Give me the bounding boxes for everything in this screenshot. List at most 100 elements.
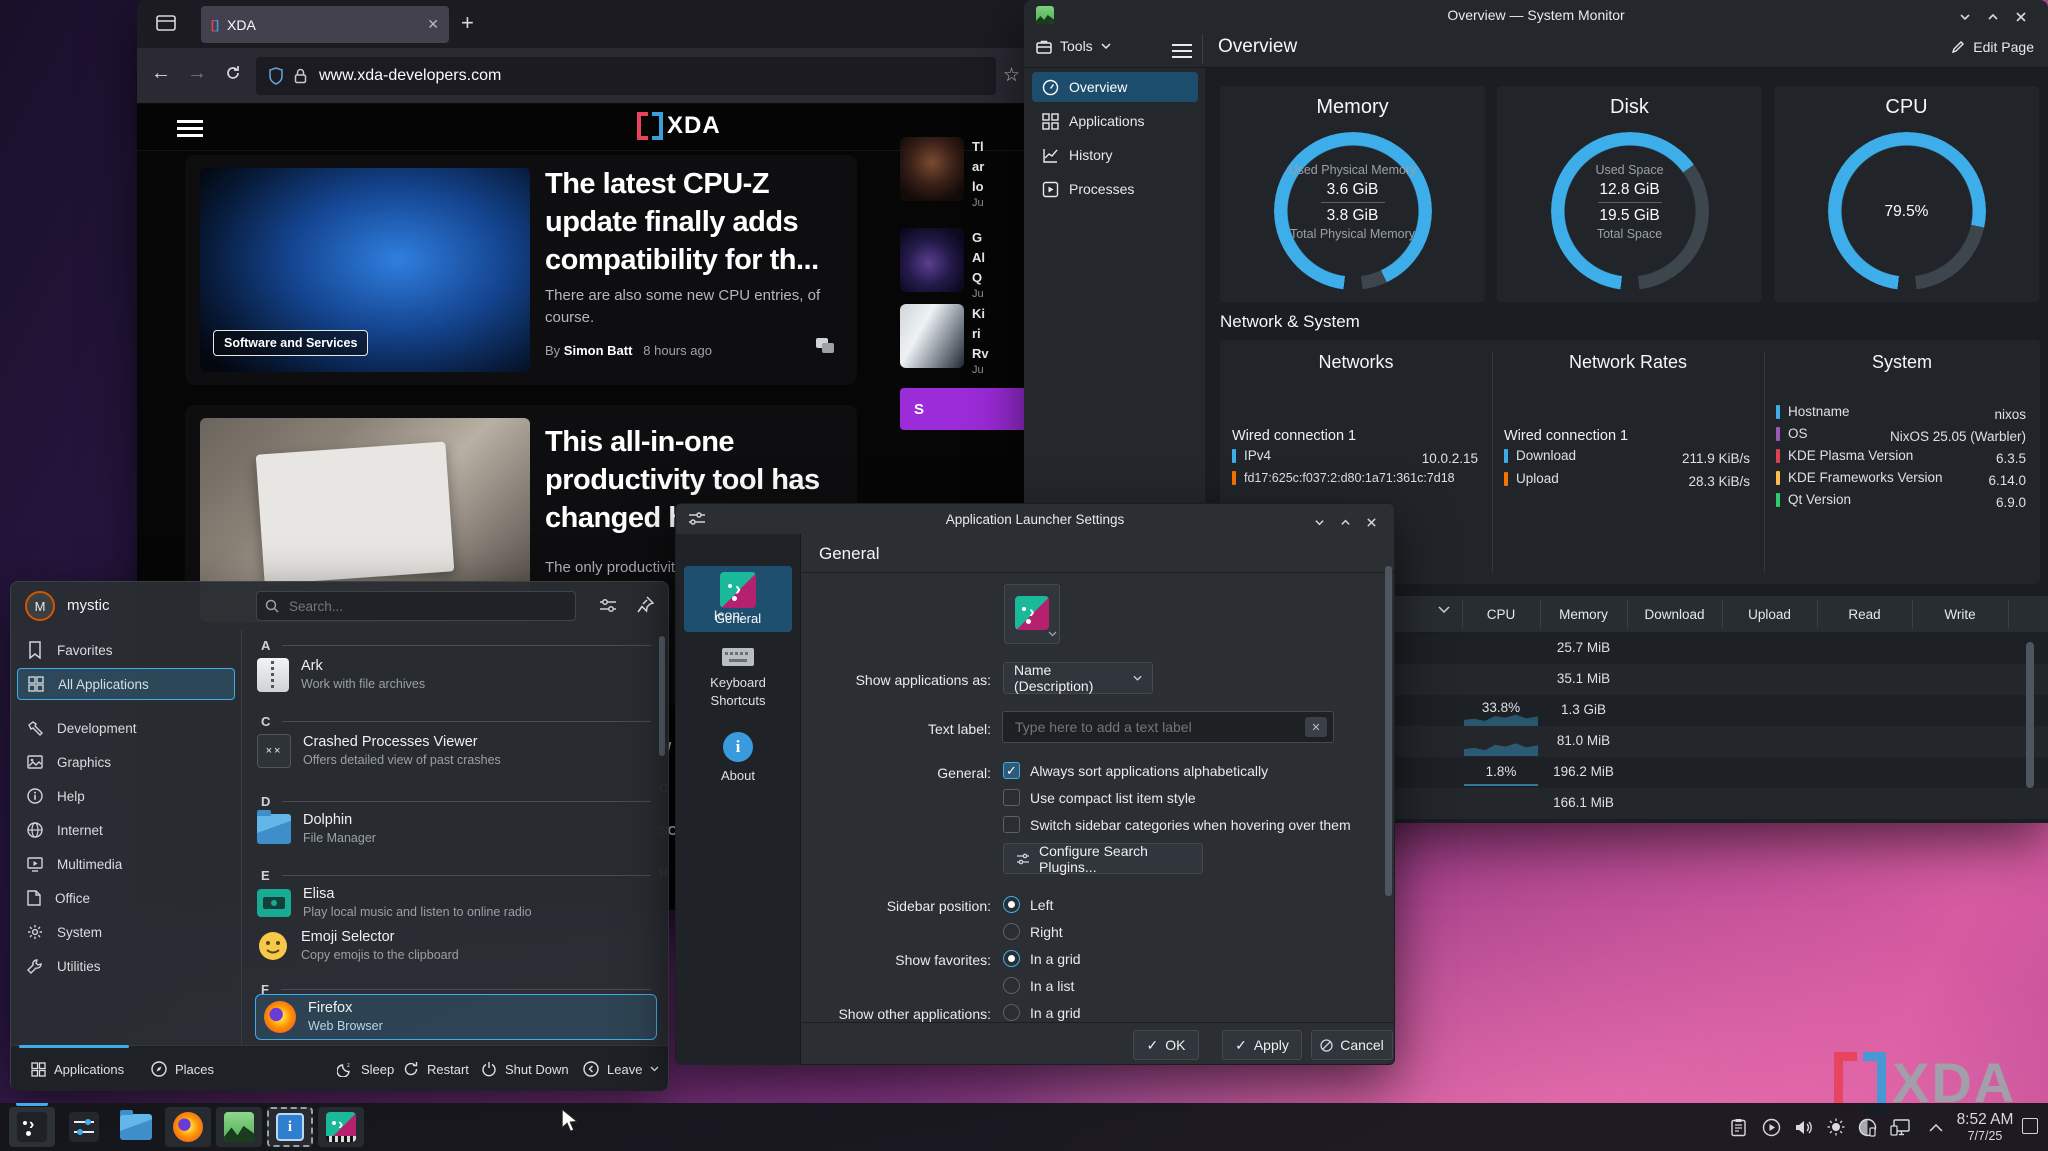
checkbox-sort-alphabetically[interactable]: ✓ Always sort applications alphabeticall… [1003,762,1268,779]
new-tab-button[interactable]: + [461,10,474,36]
promo-banner[interactable]: S [900,388,1032,430]
article-1-tag[interactable]: Software and Services [213,330,368,356]
close-icon[interactable] [1360,511,1382,533]
brightness-tray-icon[interactable] [1821,1103,1851,1151]
configure-search-plugins-button[interactable]: Configure Search Plugins... [1003,843,1203,874]
apply-button[interactable]: ✓Apply [1222,1030,1302,1060]
article-1-title[interactable]: The latest CPU-Z update finally adds com… [545,165,845,279]
side-article-2[interactable]: G Al Q Ju [900,228,1030,300]
clear-text-icon[interactable]: ✕ [1305,717,1327,737]
category-help[interactable]: Help [17,780,235,812]
category-development[interactable]: Development [17,712,235,744]
sysmon-nav-overview[interactable]: Overview [1032,72,1198,102]
restart-button[interactable]: Restart [403,1046,469,1092]
avatar[interactable]: M [25,591,55,621]
column-header-cpu[interactable]: CPU [1462,596,1540,632]
tray-expand-icon[interactable] [1922,1103,1950,1151]
taskbar-info-center[interactable]: i [267,1107,313,1147]
close-icon[interactable] [2010,6,2032,28]
minimize-icon[interactable] [1954,6,1976,28]
clock[interactable]: 8:52 AM 7/7/25 [1952,1103,2018,1151]
sleep-button[interactable]: z Sleep [337,1046,394,1092]
bookmark-star-icon[interactable]: ☆ [1003,64,1020,87]
taskbar-dolphin[interactable] [113,1107,159,1147]
radio-sidebar-left[interactable]: Left [1003,896,1053,913]
column-header-upload[interactable]: Upload [1722,596,1817,632]
forward-button[interactable]: → [181,57,213,89]
category-all-applications[interactable]: All Applications [17,668,235,700]
table-scrollbar[interactable] [2026,642,2034,788]
shutdown-button[interactable]: Shut Down [481,1046,569,1092]
icon-picker-button[interactable]: › [1004,584,1060,644]
app-list-scrollbar[interactable] [659,636,665,756]
volume-tray-icon[interactable] [1788,1103,1820,1151]
category-graphics[interactable]: Graphics [17,746,235,778]
article-1-author[interactable]: Simon Batt [564,343,633,358]
category-multimedia[interactable]: Multimedia [17,848,235,880]
dialog-scrollbar[interactable] [1385,566,1392,896]
media-player-tray-icon[interactable] [1755,1103,1787,1151]
column-header-read[interactable]: Read [1817,596,1912,632]
maximize-icon[interactable] [1982,6,2004,28]
taskbar-system-monitor[interactable] [216,1107,262,1147]
ok-button[interactable]: ✓OK [1133,1030,1199,1060]
footer-tab-places[interactable]: Places [151,1046,214,1092]
radio-other-grid[interactable]: In a grid [1003,1004,1081,1021]
minimize-icon[interactable] [1308,511,1330,533]
checkbox-compact-list[interactable]: Use compact list item style [1003,789,1196,806]
comments-icon[interactable] [815,337,835,355]
dialog-nav-about[interactable]: i About [684,730,792,796]
sysmon-nav-history[interactable]: History [1032,140,1198,170]
taskbar-system-settings[interactable] [61,1107,107,1147]
clipboard-tray-icon[interactable] [1722,1103,1754,1151]
text-label-field[interactable]: ✕ [1002,711,1334,743]
url-bar[interactable]: www.xda-developers.com [256,57,996,95]
app-item-emoji-selector[interactable]: Emoji Selector Copy emojis to the clipbo… [257,925,657,967]
radio-favorites-list[interactable]: In a list [1003,977,1074,994]
leave-button[interactable]: Leave [583,1046,659,1092]
lock-icon[interactable] [294,68,307,84]
side-article-3[interactable]: Ki ri Rv Ju [900,300,1030,376]
text-label-input[interactable] [1013,718,1305,736]
sysmon-nav-processes[interactable]: Processes [1032,174,1198,204]
side-article-1[interactable]: Tl ar lo Ju [900,137,1030,209]
edit-page-button[interactable]: Edit Page [1951,39,2034,55]
column-header-write[interactable]: Write [1912,596,2008,632]
radio-favorites-grid[interactable]: In a grid [1003,950,1081,967]
app-item-ark[interactable]: Ark Work with file archives [257,654,657,696]
site-menu-icon[interactable] [177,116,203,141]
sysmon-titlebar[interactable]: Overview — System Monitor [1024,0,2048,30]
taskbar-firefox[interactable] [165,1107,211,1147]
app-item-firefox-selected[interactable]: Firefox Web Browser [255,994,657,1040]
category-utilities[interactable]: Utilities [17,950,235,982]
radio-sidebar-right[interactable]: Right [1003,923,1063,940]
xda-site-logo[interactable]: XDA [637,112,721,140]
column-header-download[interactable]: Download [1627,596,1722,632]
footer-tab-applications[interactable]: Applications [31,1046,124,1092]
checkbox-switch-sidebar-hover[interactable]: Switch sidebar categories when hovering … [1003,816,1351,833]
tools-menu-button[interactable]: Tools [1036,38,1111,54]
sort-chevron-icon[interactable] [1438,606,1450,614]
network-displays-tray-icon[interactable] [1884,1103,1918,1151]
tracking-shield-icon[interactable] [268,67,284,85]
app-item-elisa[interactable]: Elisa Play local music and listen to onl… [257,882,657,924]
tab-close-icon[interactable]: ✕ [427,16,439,33]
show-desktop-button[interactable] [2022,1118,2038,1134]
sidebar-toggle-icon[interactable] [1172,40,1192,62]
reload-button[interactable] [217,57,249,89]
app-item-dolphin[interactable]: Dolphin File Manager [257,808,657,850]
category-internet[interactable]: Internet [17,814,235,846]
column-header-memory[interactable]: Memory [1540,596,1627,632]
firefox-view-icon[interactable] [155,12,177,34]
sysmon-nav-applications[interactable]: Applications [1032,106,1198,136]
taskbar-launcher-settings[interactable]: › [318,1107,364,1147]
night-color-tray-icon[interactable] [1851,1103,1883,1151]
category-office[interactable]: Office [17,882,235,914]
cancel-button[interactable]: Cancel [1311,1030,1393,1060]
app-item-crashed-processes[interactable]: ×× Crashed Processes Viewer Offers detai… [257,730,657,772]
show-as-dropdown[interactable]: Name (Description) [1003,662,1153,694]
taskbar-launcher-button[interactable]: › [9,1107,55,1147]
browser-tab[interactable]: [ ] XDA ✕ [201,6,449,43]
category-favorites[interactable]: Favorites [17,634,235,666]
article-card-1[interactable]: Software and Services The latest CPU-Z u… [185,155,857,385]
